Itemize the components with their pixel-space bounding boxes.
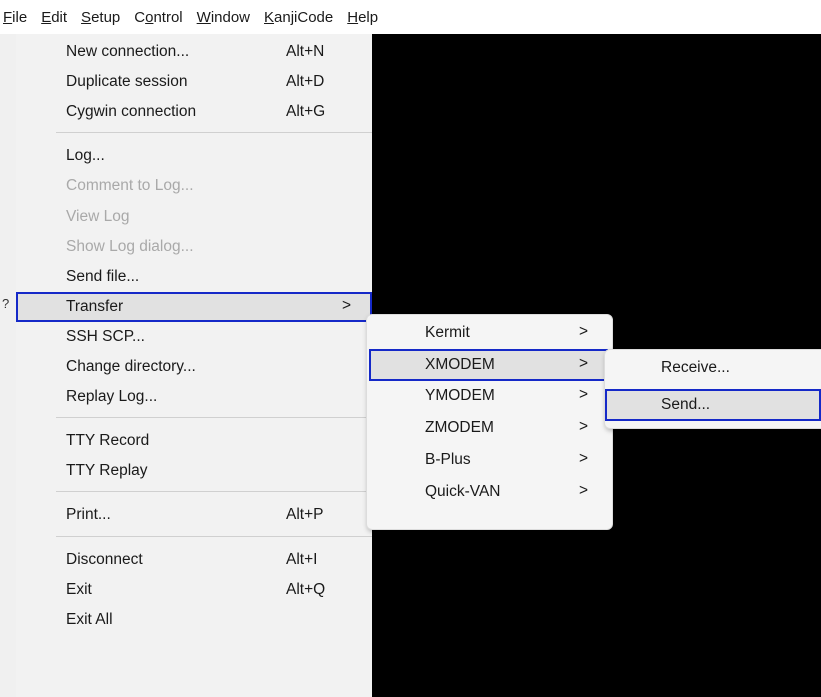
- menu-label-text: anjiCode: [274, 8, 334, 26]
- menu-edit[interactable]: Edit: [34, 9, 74, 26]
- menu-item-exit-all[interactable]: Exit All: [16, 605, 372, 635]
- submenu-item-xmodem[interactable]: XMODEM >: [369, 348, 608, 381]
- menu-item-label: Replay Log...: [66, 388, 158, 406]
- menu-item-label: Print...: [66, 506, 111, 524]
- submenu-item-label: Quick-VAN: [425, 482, 501, 500]
- menu-item-duplicate-session[interactable]: Duplicate session Alt+D: [16, 67, 372, 97]
- menu-label-text: etup: [91, 8, 121, 26]
- submenu-item-receive[interactable]: Receive...: [605, 352, 821, 384]
- menu-separator: [56, 132, 372, 134]
- menu-item-accelerator: Alt+D: [286, 73, 325, 91]
- menu-item-label: New connection...: [66, 43, 190, 60]
- submenu-item-send[interactable]: Send...: [605, 389, 821, 421]
- transfer-submenu: Kermit > XMODEM > YMODEM > ZMODEM > B-Plus > Quick…: [366, 314, 613, 530]
- menu-label-text: indow: [210, 8, 251, 26]
- submenu-item-label: XMODEM: [425, 355, 495, 373]
- menu-item-label: Exit: [66, 580, 92, 598]
- menu-access-key: F: [3, 8, 13, 26]
- chevron-right-icon: >: [579, 449, 589, 467]
- submenu-item-label: Kermit: [425, 324, 470, 341]
- menu-item-replay-log[interactable]: Replay Log...: [16, 382, 372, 412]
- menu-item-new-connection[interactable]: New connection... Alt+N: [16, 37, 372, 67]
- menu-item-comment-to-log: Comment to Log...: [16, 171, 372, 201]
- menu-access-key: H: [347, 8, 359, 26]
- menu-help[interactable]: Help: [340, 9, 385, 26]
- menu-item-accelerator: Alt+G: [286, 103, 326, 121]
- chevron-right-icon: >: [579, 481, 589, 499]
- menu-access-key: K: [264, 8, 275, 26]
- menu-label-text: elp: [358, 8, 379, 26]
- menu-label-text: ntrol: [153, 8, 183, 26]
- menu-item-log[interactable]: Log...: [16, 141, 372, 171]
- menu-item-label: Disconnect: [66, 550, 143, 568]
- menu-separator: [56, 417, 372, 419]
- menu-item-accelerator: Alt+I: [286, 550, 318, 568]
- menu-item-label: Transfer: [66, 297, 124, 315]
- menu-file[interactable]: File: [0, 9, 34, 26]
- menu-item-accelerator: Alt+P: [286, 506, 324, 524]
- submenu-item-kermit[interactable]: Kermit >: [369, 317, 608, 349]
- submenu-item-quick-van[interactable]: Quick-VAN >: [369, 476, 608, 508]
- menu-item-label: Change directory...: [66, 358, 196, 375]
- submenu-item-ymodem[interactable]: YMODEM >: [369, 380, 608, 412]
- chevron-right-icon: >: [342, 296, 352, 314]
- menu-access-key: E: [41, 8, 52, 26]
- menu-item-label: View Log: [66, 207, 130, 225]
- menu-control[interactable]: Control: [127, 9, 189, 26]
- menu-kanjicode[interactable]: KanjiCode: [257, 9, 340, 26]
- menu-access-key: W: [196, 8, 211, 26]
- menu-item-disconnect[interactable]: Disconnect Alt+I: [16, 545, 372, 575]
- menu-item-accelerator: Alt+Q: [286, 580, 326, 598]
- menu-item-label: SSH SCP...: [66, 327, 145, 345]
- menu-item-show-log-dialog: Show Log dialog...: [16, 232, 372, 262]
- menu-label-text: ile: [12, 8, 28, 26]
- cursor-glyph: ?: [2, 296, 10, 311]
- menu-window[interactable]: Window: [190, 9, 257, 26]
- menu-separator: [56, 491, 372, 493]
- submenu-item-b-plus[interactable]: B-Plus >: [369, 444, 608, 476]
- menu-bar: File Edit Setup Control Window KanjiCode Help: [0, 0, 821, 34]
- menu-item-label: Comment to Log...: [66, 177, 194, 195]
- menu-item-label: TTY Record: [66, 432, 150, 450]
- submenu-item-zmodem[interactable]: ZMODEM >: [369, 412, 608, 444]
- menu-item-label: Cygwin connection: [66, 103, 197, 121]
- menu-item-print[interactable]: Print... Alt+P: [16, 500, 372, 530]
- menu-item-label: TTY Replay: [66, 462, 148, 480]
- submenu-item-label: B-Plus: [425, 450, 471, 468]
- menu-label-text: dit: [51, 8, 68, 26]
- menu-item-label: Show Log dialog...: [66, 237, 194, 255]
- chevron-right-icon: >: [579, 386, 589, 404]
- chevron-right-icon: >: [579, 323, 589, 340]
- file-menu: New connection... Alt+N Duplicate session A…: [16, 34, 372, 697]
- menu-item-ssh-scp[interactable]: SSH SCP...: [16, 322, 372, 352]
- menu-item-label: Log...: [66, 147, 105, 165]
- submenu-item-label: Receive...: [661, 359, 730, 376]
- menu-item-change-directory[interactable]: Change directory...: [16, 352, 372, 382]
- menu-label-text: C: [134, 8, 146, 26]
- menu-item-view-log: View Log: [16, 202, 372, 232]
- menu-item-label: Send file...: [66, 267, 140, 285]
- submenu-item-label: Send...: [661, 396, 711, 413]
- menu-item-tty-record[interactable]: TTY Record: [16, 426, 372, 456]
- xmodem-submenu: Receive... Send...: [604, 349, 821, 429]
- menu-item-label: Duplicate session: [66, 73, 188, 91]
- menu-item-send-file[interactable]: Send file...: [16, 262, 372, 292]
- window-left-strip: ?: [0, 34, 16, 697]
- submenu-item-label: YMODEM: [425, 387, 495, 405]
- chevron-right-icon: >: [579, 354, 589, 372]
- menu-setup[interactable]: Setup: [74, 9, 127, 26]
- menu-item-tty-replay[interactable]: TTY Replay: [16, 456, 372, 486]
- menu-item-cygwin-connection[interactable]: Cygwin connection Alt+G: [16, 97, 372, 127]
- menu-item-accelerator: Alt+N: [286, 43, 325, 60]
- menu-item-transfer[interactable]: Transfer >: [16, 291, 372, 322]
- menu-separator: [56, 535, 372, 537]
- chevron-right-icon: >: [579, 418, 589, 436]
- menu-item-exit[interactable]: Exit Alt+Q: [16, 575, 372, 605]
- submenu-item-label: ZMODEM: [425, 419, 494, 437]
- menu-item-label: Exit All: [66, 610, 113, 628]
- menu-access-key: S: [81, 8, 92, 26]
